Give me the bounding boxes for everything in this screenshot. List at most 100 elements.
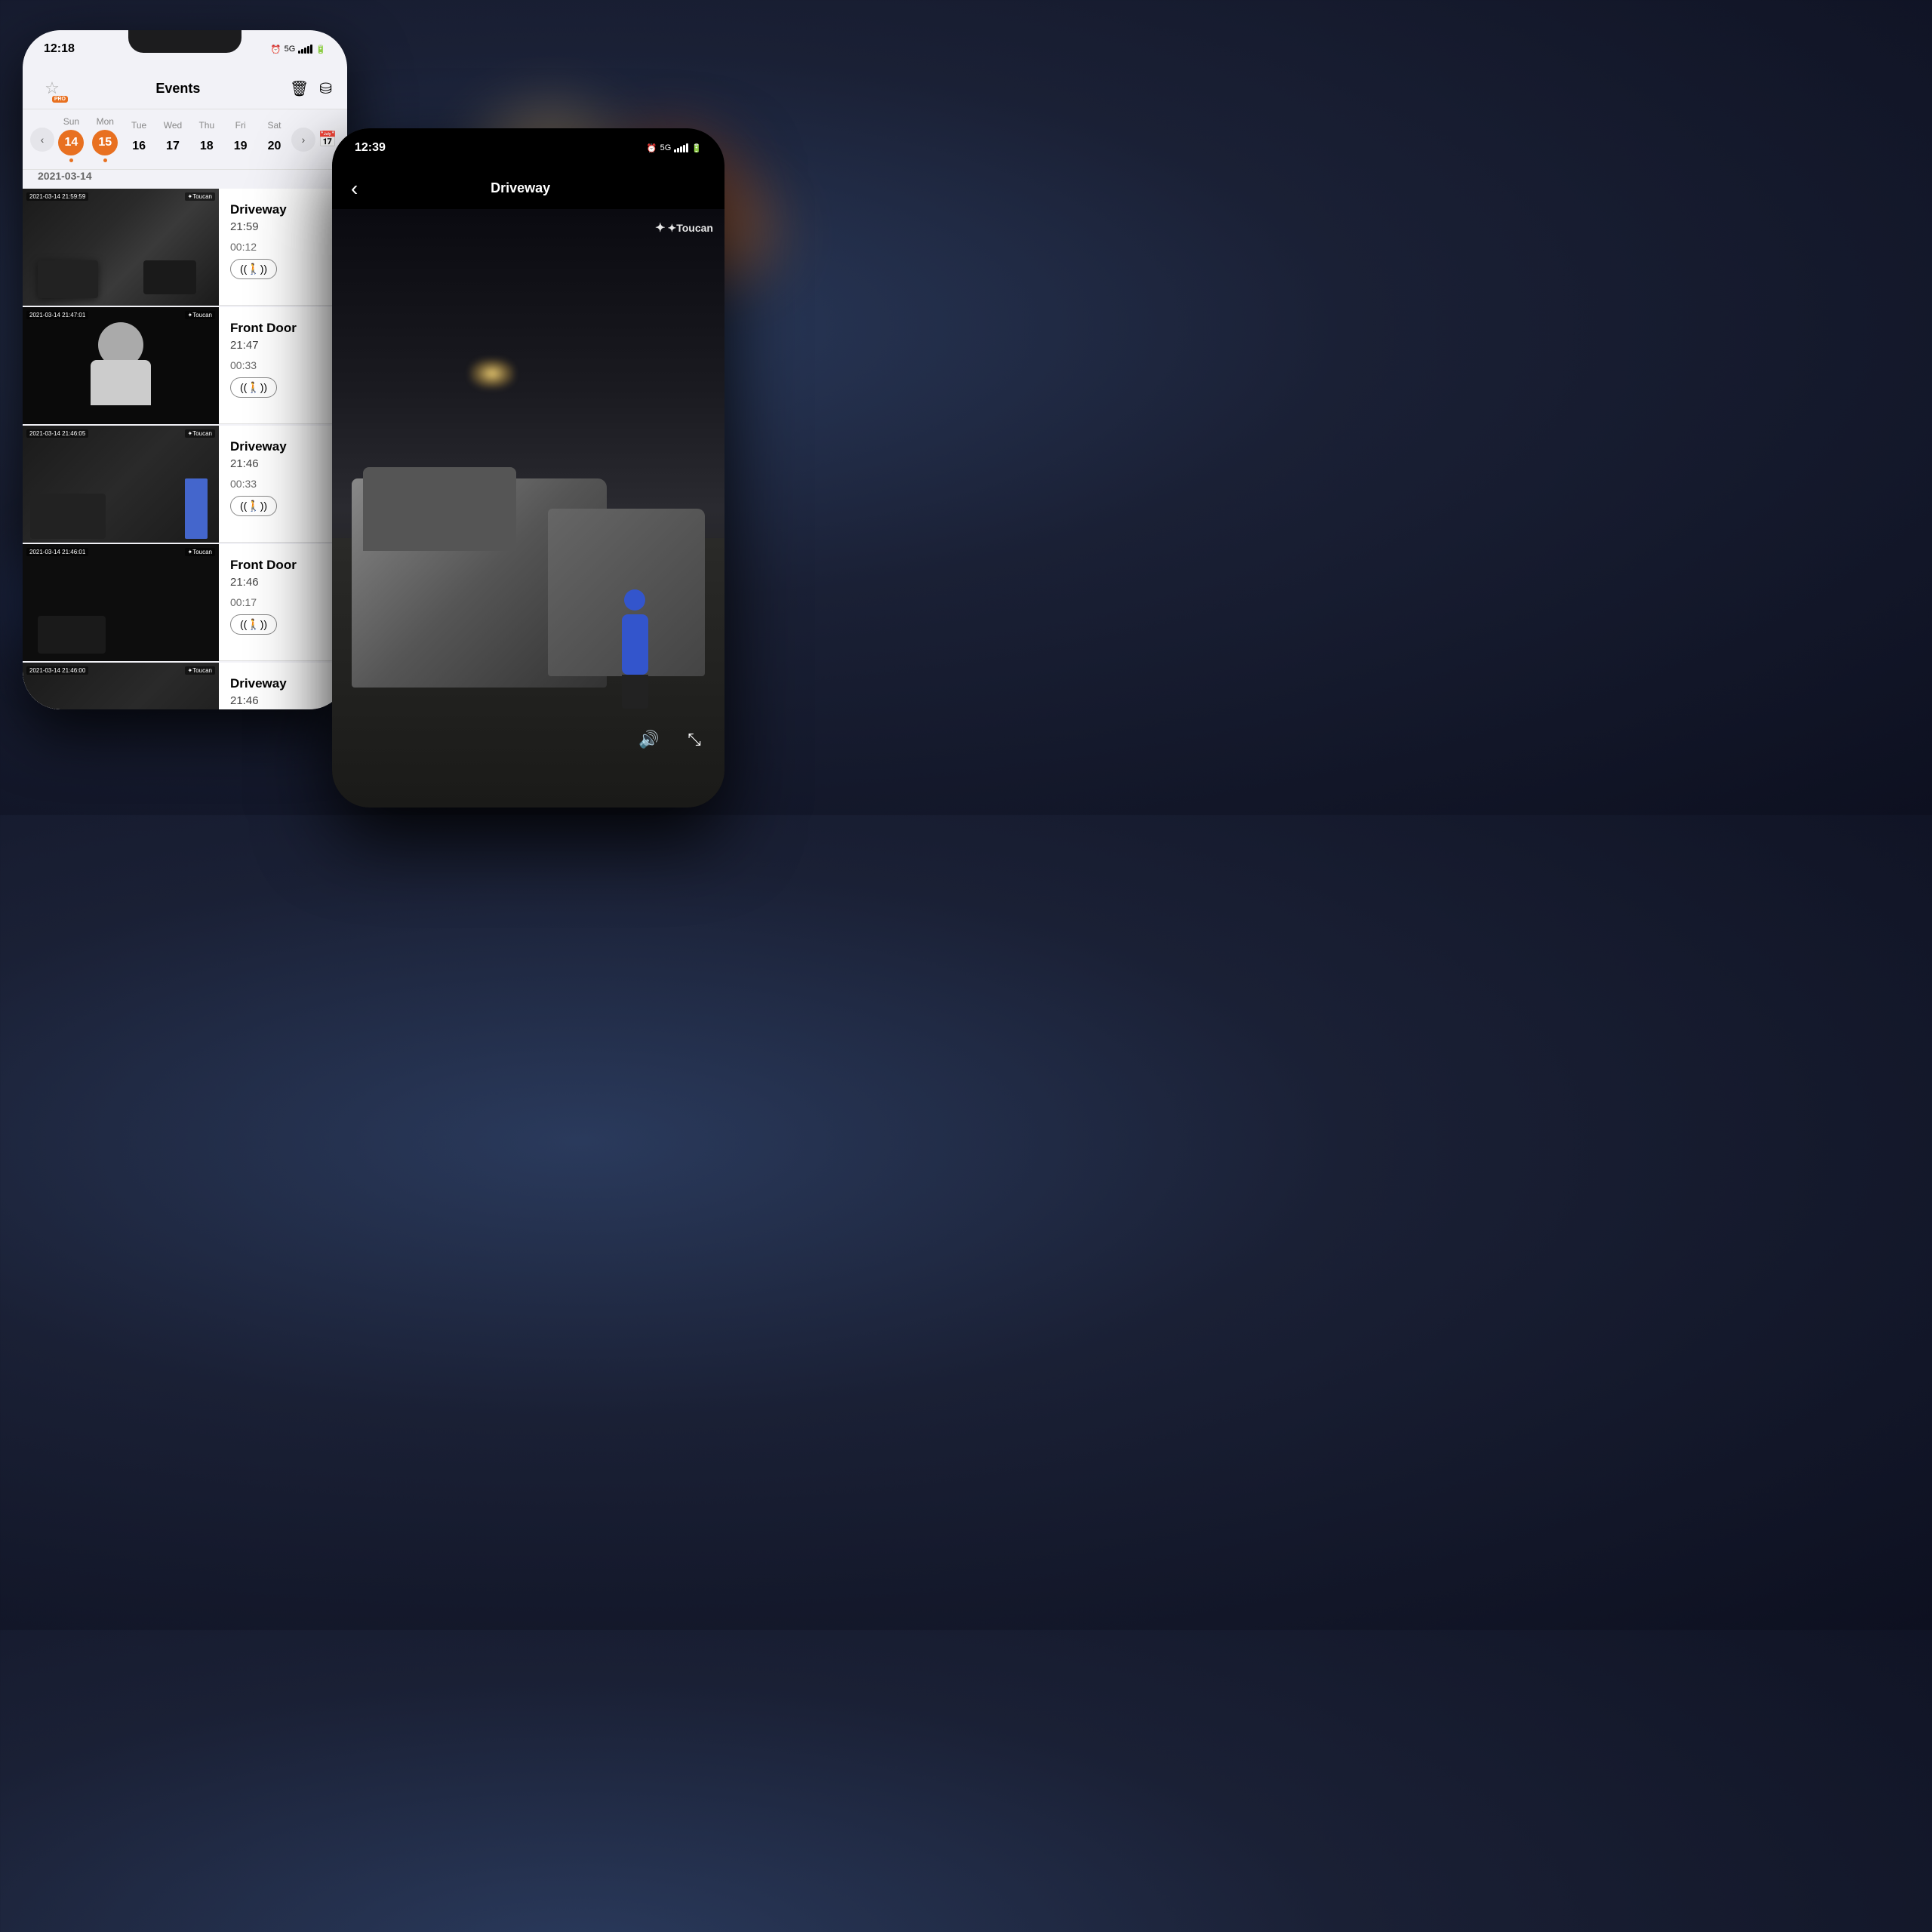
- toucan-label: ✦Toucan: [668, 222, 713, 235]
- alarm-icon-2: ⏰: [647, 143, 657, 153]
- volume-button[interactable]: 🔊: [634, 724, 664, 755]
- nav-icons-1: 🗑 ⛁: [290, 79, 332, 98]
- event-time-2: 21:47: [230, 339, 336, 352]
- motion-badge-2: ((🚶)): [230, 377, 277, 398]
- signal-bar-2-1: [674, 149, 676, 152]
- event-item-5[interactable]: 2021-03-14 21:46:00 ✦Toucan Driveway 21:…: [23, 663, 347, 709]
- day-label-wed: Wed: [164, 120, 182, 131]
- section-date-header: 2021-03-14: [38, 170, 92, 182]
- event-duration-2: 00:33: [230, 359, 336, 371]
- date-dot-14: [69, 158, 73, 162]
- carrier-label-1: 5G: [285, 45, 296, 54]
- phone-2-video: 12:39 ⏰ 5G 🔋 ‹ Driveway: [332, 128, 724, 808]
- fullscreen-button[interactable]: ⤡: [679, 724, 709, 755]
- event-time-5: 21:46: [230, 694, 336, 707]
- signal-bar-4: [307, 46, 309, 54]
- date-item-fri19[interactable]: Fri 19: [228, 120, 254, 159]
- phone-1-events: 12:18 ⏰ 5G 🔋 ☆ PRO Events: [23, 30, 347, 709]
- time-display-2: 12:39: [355, 141, 386, 155]
- date-num-17: 17: [160, 134, 186, 159]
- date-item-sun14[interactable]: Sun 14: [58, 116, 84, 162]
- motion-badge-1: ((🚶)): [230, 259, 277, 279]
- toucan-icon: ✦: [655, 220, 665, 235]
- battery-icon-2: 🔋: [691, 143, 702, 153]
- event-time-4: 21:46: [230, 576, 336, 589]
- battery-icon-1: 🔋: [315, 45, 326, 54]
- date-num-20: 20: [261, 134, 287, 159]
- event-item-2[interactable]: 2021-03-14 21:47:01 ✦Toucan Front Door 2…: [23, 307, 347, 424]
- filter-button[interactable]: ⛁: [319, 79, 332, 98]
- motion-badge-4: ((🚶)): [230, 614, 277, 635]
- alarm-icon: ⏰: [271, 45, 281, 54]
- date-num-16: 16: [126, 134, 152, 159]
- person-legs: [622, 675, 648, 709]
- toucan-badge-1: ✦Toucan: [185, 192, 216, 201]
- date-item-thu18[interactable]: Thu 18: [194, 120, 220, 159]
- status-icons-1: ⏰ 5G 🔋: [271, 45, 326, 54]
- motion-icon-2: ((🚶)): [240, 381, 267, 394]
- pro-badge: PRO: [52, 96, 68, 103]
- event-info-3: Driveway 21:46 00:33 ((🚶)): [219, 426, 347, 542]
- delete-button[interactable]: 🗑: [290, 79, 309, 98]
- toucan-badge-4: ✦Toucan: [185, 548, 216, 556]
- motion-icon-3: ((🚶)): [240, 500, 267, 512]
- event-camera-1: Driveway: [230, 202, 336, 217]
- date-item-wed17[interactable]: Wed 17: [160, 120, 186, 159]
- event-info-1: Driveway 21:59 00:12 ((🚶)): [219, 189, 347, 305]
- video-controls: 🔊 ⤡: [332, 717, 724, 762]
- signal-bar-3: [304, 48, 306, 54]
- date-stamp-1: 2021-03-14 21:59:59: [26, 192, 88, 201]
- nav-bar-2: ‹ Driveway: [332, 168, 724, 209]
- signal-bar-2-2: [677, 148, 679, 152]
- event-camera-3: Driveway: [230, 439, 336, 454]
- event-time-3: 21:46: [230, 457, 336, 470]
- date-item-sat20[interactable]: Sat 20: [261, 120, 287, 159]
- pro-star-button[interactable]: ☆ PRO: [38, 74, 66, 103]
- motion-icon-4: ((🚶)): [240, 618, 267, 631]
- event-item-4[interactable]: 2021-03-14 21:46:01 ✦Toucan Front Door 2…: [23, 544, 347, 661]
- time-display-1: 12:18: [44, 42, 75, 56]
- person-head: [624, 589, 645, 611]
- toucan-badge-3: ✦Toucan: [185, 429, 216, 438]
- date-stamp-4: 2021-03-14 21:46:01: [26, 548, 88, 556]
- day-label-fri: Fri: [235, 120, 246, 131]
- notch-2: [468, 128, 589, 152]
- motion-badge-3: ((🚶)): [230, 496, 277, 516]
- event-item-1[interactable]: 2021-03-14 21:59:59 ✦Toucan Driveway 21:…: [23, 189, 347, 306]
- notch-1: [128, 30, 242, 53]
- video-area[interactable]: ✦ ✦Toucan 🔊 ⤡: [332, 209, 724, 808]
- signal-bars-2: [674, 143, 688, 152]
- event-camera-2: Front Door: [230, 321, 336, 336]
- date-item-tue16[interactable]: Tue 16: [126, 120, 152, 159]
- date-prev-button[interactable]: ‹: [30, 128, 54, 152]
- date-num-14: 14: [58, 130, 84, 155]
- signal-bar-1: [298, 51, 300, 54]
- back-button[interactable]: ‹: [351, 177, 358, 201]
- video-frame: ✦ ✦Toucan 🔊 ⤡: [332, 209, 724, 808]
- events-title: Events: [155, 81, 200, 97]
- signal-bar-2-4: [683, 145, 685, 152]
- video-title: Driveway: [491, 180, 550, 196]
- event-time-1: 21:59: [230, 220, 336, 233]
- fullscreen-icon: ⤡: [688, 730, 701, 749]
- date-item-mon15[interactable]: Mon 15: [92, 116, 118, 162]
- event-camera-4: Front Door: [230, 558, 336, 573]
- event-camera-5: Driveway: [230, 676, 336, 691]
- event-item-3[interactable]: 2021-03-14 21:46:05 ✦Toucan Driveway 21:…: [23, 426, 347, 543]
- date-num-19: 19: [228, 134, 254, 159]
- person-body: [622, 614, 648, 675]
- date-stamp-5: 2021-03-14 21:46:00: [26, 666, 88, 675]
- event-duration-4: 00:17: [230, 596, 336, 608]
- date-next-button[interactable]: ›: [291, 128, 315, 152]
- date-strip: ‹ Sun 14 Mon 15 Tue 16: [23, 109, 347, 170]
- toucan-watermark: ✦ ✦Toucan: [655, 220, 713, 235]
- carrier-label-2: 5G: [660, 143, 672, 152]
- headlight-glow: [469, 358, 515, 389]
- event-duration-1: 00:12: [230, 241, 336, 253]
- event-thumb-3: 2021-03-14 21:46:05 ✦Toucan: [23, 426, 219, 543]
- signal-bars-1: [298, 45, 312, 54]
- event-thumb-2: 2021-03-14 21:47:01 ✦Toucan: [23, 307, 219, 424]
- event-info-5: Driveway 21:46 00:33 ((🚶)): [219, 663, 347, 709]
- signal-bar-2-5: [686, 143, 688, 152]
- day-label-tue: Tue: [131, 120, 146, 131]
